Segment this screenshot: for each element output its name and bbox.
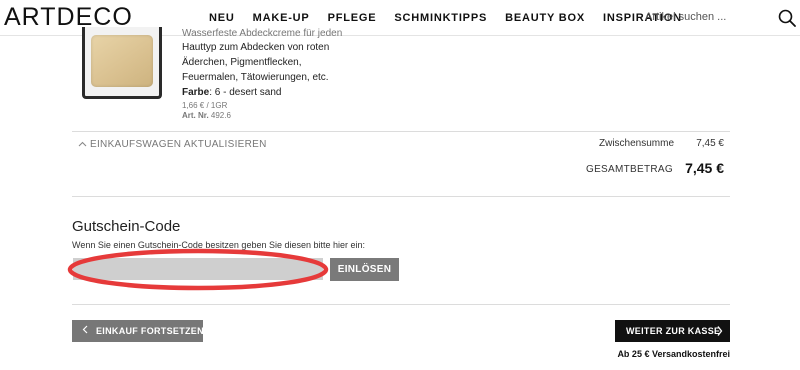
- color-label: Farbe: [182, 87, 210, 98]
- search-input[interactable]: [645, 7, 765, 27]
- article-number: Art. Nr. 492.6: [182, 111, 231, 120]
- subtotal-label: Zwischensumme: [599, 138, 675, 149]
- nav-item-beauty-box[interactable]: BEAUTY BOX: [505, 11, 585, 25]
- continue-shopping-label: EINKAUF FORTSETZEN: [96, 326, 204, 336]
- coupon-title: Gutschein-Code: [72, 218, 181, 235]
- divider: [72, 196, 730, 197]
- unit-price: 1,66 € / 1GR: [182, 101, 228, 110]
- nav-item-schminktipps[interactable]: SCHMINKTIPPS: [394, 11, 487, 25]
- nav-item-make-up[interactable]: MAKE-UP: [253, 11, 310, 25]
- product-description-line: Äderchen, Pigmentflecken,: [182, 57, 302, 68]
- color-value: : 6 - desert sand: [209, 87, 282, 98]
- update-cart-label: EINKAUFSWAGEN AKTUALISIEREN: [90, 139, 267, 150]
- article-value: 492.6: [210, 111, 231, 120]
- search-icon[interactable]: [778, 9, 796, 27]
- article-label: Art. Nr.: [182, 111, 209, 120]
- chevron-up-icon: [78, 142, 87, 147]
- redeem-button[interactable]: EINLÖSEN: [330, 258, 399, 281]
- divider: [72, 131, 730, 132]
- main-nav: NEU MAKE-UP PFLEGE SCHMINKTIPPS BEAUTY B…: [209, 11, 700, 25]
- update-cart-link[interactable]: EINKAUFSWAGEN AKTUALISIEREN: [78, 139, 267, 150]
- product-color: Farbe: 6 - desert sand: [182, 87, 282, 98]
- coupon-hint: Wenn Sie einen Gutschein-Code besitzen g…: [72, 240, 366, 250]
- nav-item-pflege[interactable]: PFLEGE: [328, 11, 377, 25]
- subtotal-value: 7,45 €: [696, 138, 724, 149]
- chevron-left-icon: [82, 325, 88, 334]
- product-description-line: Wasserfeste Abdeckcreme für jeden: [182, 28, 343, 39]
- product-image[interactable]: [82, 27, 162, 99]
- nav-item-neu[interactable]: NEU: [209, 11, 235, 25]
- coupon-code-input[interactable]: [73, 258, 323, 280]
- free-shipping-note: Ab 25 € Versandkostenfrei: [617, 349, 730, 359]
- checkout-button[interactable]: WEITER ZUR KASSE: [615, 320, 730, 342]
- total-label: GESAMTBETRAG: [586, 164, 673, 175]
- chevron-right-icon: [717, 326, 723, 336]
- total-value: 7,45 €: [685, 160, 724, 176]
- product-pan: [91, 35, 153, 87]
- continue-shopping-button[interactable]: EINKAUF FORTSETZEN: [72, 320, 204, 342]
- checkout-label: WEITER ZUR KASSE: [626, 326, 721, 336]
- product-description-line: Feuermalen, Tätowierungen, etc.: [182, 72, 329, 83]
- divider: [72, 304, 730, 305]
- product-description-line: Hauttyp zum Abdecken von roten: [182, 42, 330, 53]
